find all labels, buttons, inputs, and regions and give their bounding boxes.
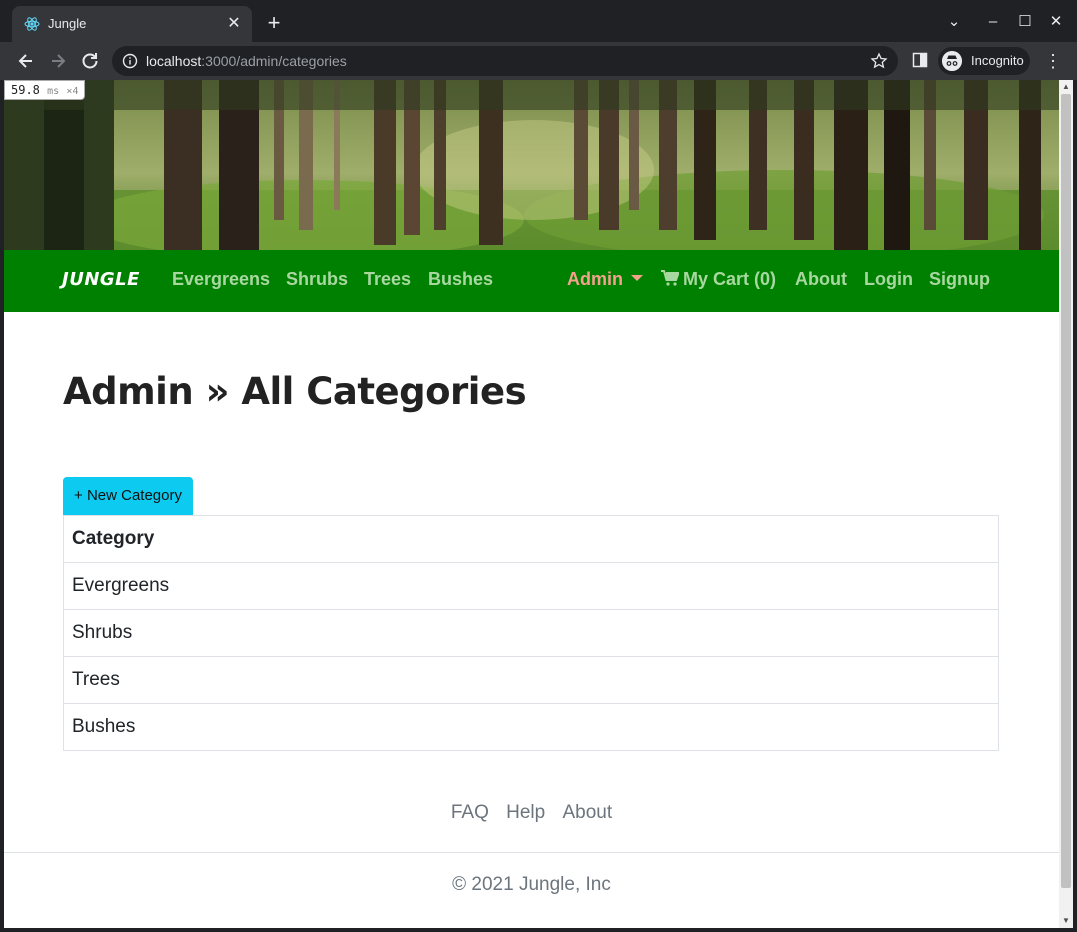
admin-dropdown[interactable]: Admin: [567, 269, 643, 290]
url-text[interactable]: localhost:3000/admin/categories: [146, 53, 347, 69]
reload-icon[interactable]: [77, 48, 103, 74]
side-panel-icon[interactable]: [912, 52, 928, 68]
incognito-indicator[interactable]: Incognito: [938, 47, 1030, 75]
nav-link-evergreens[interactable]: Evergreens: [172, 269, 270, 290]
page-viewport: 59.8 ms ×4 JUNGLE Evergreens Shrubs Tree…: [4, 80, 1059, 928]
nav-link-trees[interactable]: Trees: [364, 269, 411, 290]
nav-link-bushes[interactable]: Bushes: [428, 269, 493, 290]
info-icon[interactable]: [122, 53, 138, 69]
browser-toolbar: localhost:3000/admin/categories Incognit…: [0, 42, 1077, 80]
url-path: :3000/admin/categories: [201, 53, 347, 69]
table-cell: Evergreens: [63, 562, 999, 610]
nav-link-cart[interactable]: My Cart (0): [661, 269, 776, 290]
table-row: Evergreens: [63, 562, 999, 610]
table-row: Trees: [63, 656, 999, 704]
react-icon: [24, 17, 40, 31]
footer-link-about[interactable]: About: [563, 802, 613, 823]
new-category-button[interactable]: + New Category: [63, 477, 193, 515]
nav-link-signup[interactable]: Signup: [929, 269, 990, 290]
forward-arrow-icon[interactable]: [45, 48, 71, 74]
hero-forest-image: [4, 80, 1059, 250]
main-navbar: JUNGLE Evergreens Shrubs Trees Bushes Ad…: [4, 250, 1059, 312]
tab-title: Jungle: [48, 16, 87, 31]
address-bar[interactable]: localhost:3000/admin/categories: [112, 46, 898, 76]
incognito-icon: [942, 51, 962, 71]
tab-strip: Jungle ✕ + ⌄ – ☐ ✕: [0, 0, 1077, 42]
perf-badge: 59.8 ms ×4: [4, 80, 86, 100]
table-row: Bushes: [64, 704, 999, 751]
nav-link-shrubs[interactable]: Shrubs: [286, 269, 348, 290]
caret-down-icon: [631, 275, 643, 282]
scroll-down-arrow-icon[interactable]: ▼: [1062, 917, 1070, 925]
table-cell: Shrubs: [63, 609, 999, 657]
footer-divider: [4, 852, 1059, 853]
incognito-label: Incognito: [971, 53, 1024, 68]
categories-table: Category Evergreens Shrubs Trees Bushes: [63, 515, 999, 751]
perf-unit: ms: [47, 86, 60, 97]
url-host: localhost: [146, 53, 202, 69]
table-header-row: Category: [63, 515, 999, 563]
back-arrow-icon[interactable]: [13, 48, 39, 74]
scroll-up-arrow-icon[interactable]: ▲: [1062, 83, 1070, 91]
minimize-icon[interactable]: –: [981, 10, 1005, 34]
page-scrollbar[interactable]: ▲ ▼: [1059, 80, 1073, 928]
browser-tab[interactable]: Jungle ✕: [12, 6, 252, 42]
table-cell: Trees: [63, 656, 999, 704]
perf-value: 59.8: [11, 83, 40, 97]
copyright-text: © 2021 Jungle, Inc: [452, 874, 611, 895]
brand-logo[interactable]: JUNGLE: [62, 269, 140, 290]
page-title: Admin » All Categories: [63, 370, 527, 413]
close-window-icon[interactable]: ✕: [1044, 10, 1068, 34]
footer-link-help[interactable]: Help: [506, 802, 545, 823]
shopping-cart-icon: [661, 270, 679, 286]
footer-links: FAQ Help About: [4, 802, 1059, 824]
browser-window: Jungle ✕ + ⌄ – ☐ ✕ localhost:3000/admin/…: [0, 0, 1077, 932]
nav-link-about[interactable]: About: [795, 269, 847, 290]
admin-label: Admin: [567, 269, 623, 289]
nav-link-login[interactable]: Login: [864, 269, 913, 290]
perf-multiplier: ×4: [66, 86, 79, 97]
table-cell: Bushes: [72, 716, 136, 737]
column-header-category: Category: [63, 515, 999, 563]
new-tab-icon[interactable]: +: [262, 12, 286, 36]
cart-label: My Cart (0): [683, 269, 777, 289]
maximize-icon[interactable]: ☐: [1013, 10, 1037, 34]
bookmark-star-icon[interactable]: [870, 52, 888, 70]
tab-search-chevron-icon[interactable]: ⌄: [942, 10, 966, 34]
tab-close-icon[interactable]: ✕: [224, 14, 244, 34]
browser-menu-icon[interactable]: ⋮: [1044, 51, 1062, 71]
scroll-thumb[interactable]: [1061, 94, 1071, 888]
table-row: Shrubs: [63, 609, 999, 657]
footer-link-faq[interactable]: FAQ: [451, 802, 489, 823]
